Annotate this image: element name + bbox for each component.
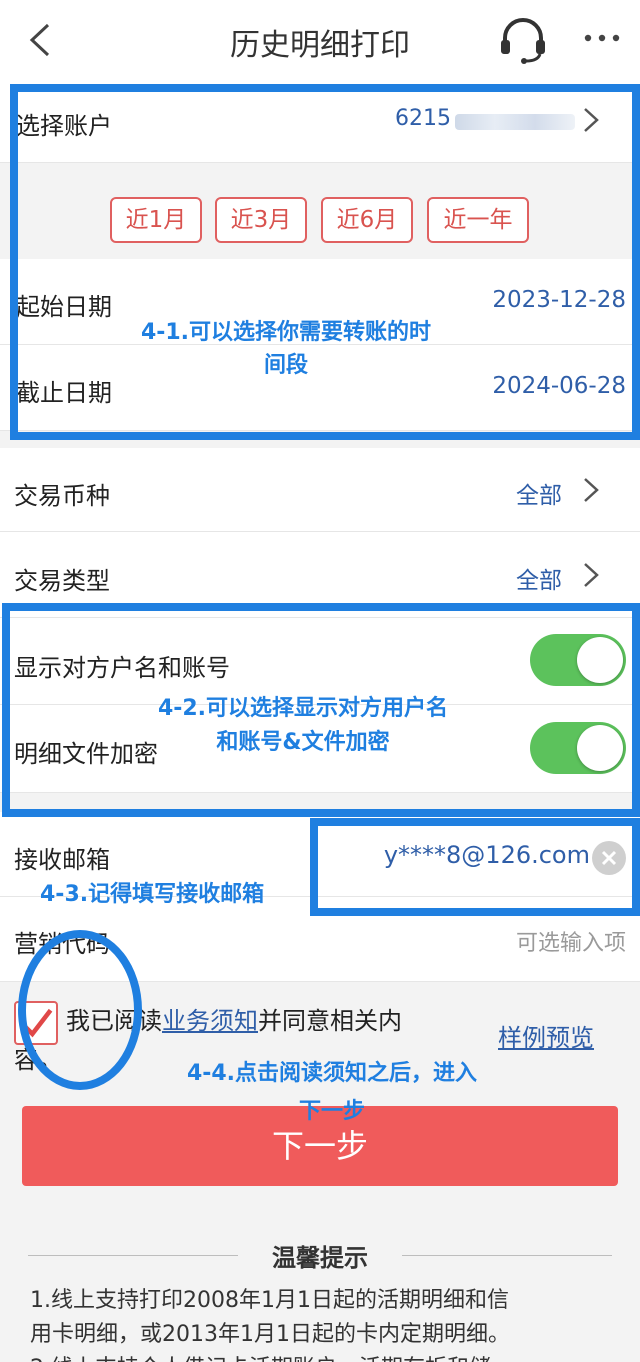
currency-row[interactable]: 交易币种 全部 [0, 448, 640, 532]
tip-line-3: 2.线上支持个人借记卡活期账户、活期存折和储 [30, 1352, 620, 1362]
tx-type-value: 全部 [516, 568, 562, 594]
annotation-next-line2: 下一步 [298, 1099, 365, 1124]
annotation-email: 4-3.记得填写接收邮箱 [40, 882, 265, 907]
annotation-toggles-line2: 和账号&文件加密 [216, 730, 390, 755]
annotation-toggles-line1: 4-2.可以选择显示对方用户名 [157, 696, 449, 721]
tx-type-chevron-right-icon[interactable] [582, 561, 600, 589]
currency-value: 全部 [516, 483, 562, 509]
annotation-time-range-line2: 间段 [263, 353, 308, 378]
tips-title: 温馨提示 [272, 1244, 368, 1272]
customer-service-headset-icon[interactable] [498, 16, 548, 64]
annotation-box-email [310, 818, 640, 916]
annotation-next-line1: 4-4.点击阅读须知之后，进入 [186, 1061, 478, 1086]
annotation-time-range-line1: 4-1.可以选择你需要转账的时 [140, 320, 432, 345]
more-options-icon[interactable] [582, 28, 622, 48]
tip-line-1: 1.线上支持打印2008年1月1日起的活期明细和信 [30, 1288, 509, 1313]
currency-chevron-right-icon[interactable] [582, 476, 600, 504]
tx-type-label: 交易类型 [14, 567, 110, 595]
business-notice-link[interactable]: 业务须知 [162, 1007, 258, 1035]
agreement-suffix: 并同意相关内 [258, 1007, 402, 1035]
currency-label: 交易币种 [14, 482, 110, 510]
annotation-circle-checkbox [18, 930, 142, 1090]
sample-preview-link[interactable]: 样例预览 [498, 1018, 594, 1053]
tip-line-2: 用卡明细，或2013年1月1日起的卡内定期明细。 [30, 1322, 510, 1347]
annotation-box-time-range [10, 84, 640, 440]
header-bar: 历史明细打印 [0, 0, 640, 82]
marketing-code-placeholder[interactable]: 可选输入项 [516, 925, 626, 957]
email-label: 接收邮箱 [14, 846, 110, 874]
